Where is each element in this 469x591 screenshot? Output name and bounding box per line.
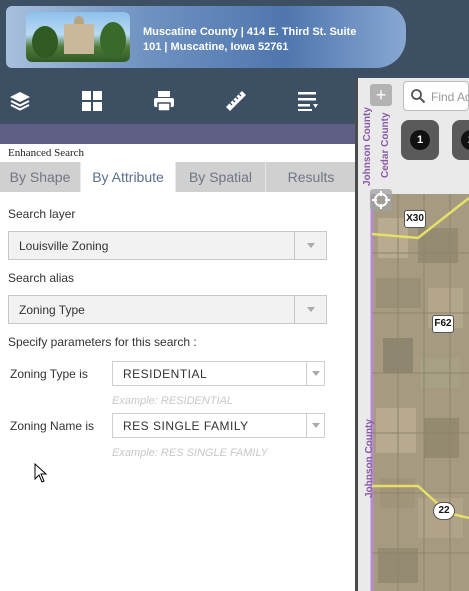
toolbar-subbar	[0, 124, 356, 144]
list-icon[interactable]	[293, 86, 323, 116]
zoom-in-button[interactable]: +	[370, 84, 392, 106]
crosshair-icon	[372, 191, 390, 209]
road-shield: 22	[433, 502, 455, 520]
search-alias-select[interactable]: Zoning Type	[8, 295, 327, 324]
app-header: Muscatine County | 414 E. Third St. Suit…	[0, 0, 469, 78]
locate-button[interactable]	[370, 189, 392, 211]
search-input[interactable]: Find Ad	[431, 90, 469, 104]
search-layer-value: Louisville Zoning	[19, 239, 109, 253]
address-search-box[interactable]: Find Ad	[403, 81, 469, 111]
step-number: 1	[410, 130, 430, 150]
ruler-icon[interactable]	[221, 86, 251, 116]
map-county-label: Cedar County	[380, 112, 391, 178]
map-county-label: Johnson County	[364, 419, 375, 498]
search-tabs: By Shape By Attribute By Spatial Results	[0, 162, 356, 192]
zoning-name-example: Example: RES SINGLE FAMILY	[112, 447, 268, 459]
step-button-2[interactable]: 2	[452, 120, 469, 160]
banner-address-line1: Muscatine County | 414 E. Third St. Suit…	[143, 26, 357, 38]
road-shield: F62	[432, 315, 454, 333]
tab-results[interactable]: Results	[266, 162, 356, 192]
zoning-type-value: RESIDENTIAL	[123, 367, 208, 381]
road-shield: X30	[404, 210, 426, 228]
mouse-cursor-icon	[34, 463, 48, 483]
search-layer-select[interactable]: Louisville Zoning	[8, 231, 327, 260]
params-heading: Specify parameters for this search :	[8, 335, 197, 349]
search-layer-label: Search layer	[8, 207, 76, 221]
chevron-down-icon[interactable]	[306, 362, 324, 385]
grid-icon[interactable]	[77, 86, 107, 116]
tab-by-spatial[interactable]: By Spatial	[176, 162, 265, 192]
zoning-type-label: Zoning Type is	[10, 367, 88, 381]
print-icon[interactable]	[149, 86, 179, 116]
widget-title: Enhanced Search	[0, 144, 93, 162]
zoning-name-input[interactable]: RES SINGLE FAMILY	[112, 413, 325, 438]
county-banner: Muscatine County | 414 E. Third St. Suit…	[6, 6, 406, 68]
banner-address-line2: 101 | Muscatine, Iowa 52761	[143, 41, 289, 53]
search-alias-value: Zoning Type	[19, 303, 85, 317]
tab-by-attribute[interactable]: By Attribute	[81, 162, 175, 192]
banner-address: Muscatine County | 414 E. Third St. Suit…	[143, 25, 403, 55]
search-alias-label: Search alias	[8, 271, 75, 285]
zoning-name-label: Zoning Name is	[10, 419, 95, 433]
zoning-type-example: Example: RESIDENTIAL	[112, 395, 234, 407]
courthouse-logo	[26, 12, 130, 62]
map-county-label: Johnson County	[362, 107, 373, 186]
chevron-down-icon[interactable]	[294, 232, 326, 259]
main-toolbar	[0, 78, 356, 124]
layers-icon[interactable]	[5, 86, 35, 116]
step-number: 2	[461, 130, 469, 150]
chevron-down-icon[interactable]	[294, 296, 326, 323]
tab-by-shape[interactable]: By Shape	[0, 162, 80, 192]
zoning-name-value: RES SINGLE FAMILY	[123, 419, 249, 433]
search-icon[interactable]	[410, 88, 426, 104]
chevron-down-icon[interactable]	[306, 414, 324, 437]
zoning-type-input[interactable]: RESIDENTIAL	[112, 361, 325, 386]
step-button-1[interactable]: 1	[401, 120, 439, 160]
enhanced-search-panel: Enhanced Search By Shape By Attribute By…	[0, 144, 356, 591]
